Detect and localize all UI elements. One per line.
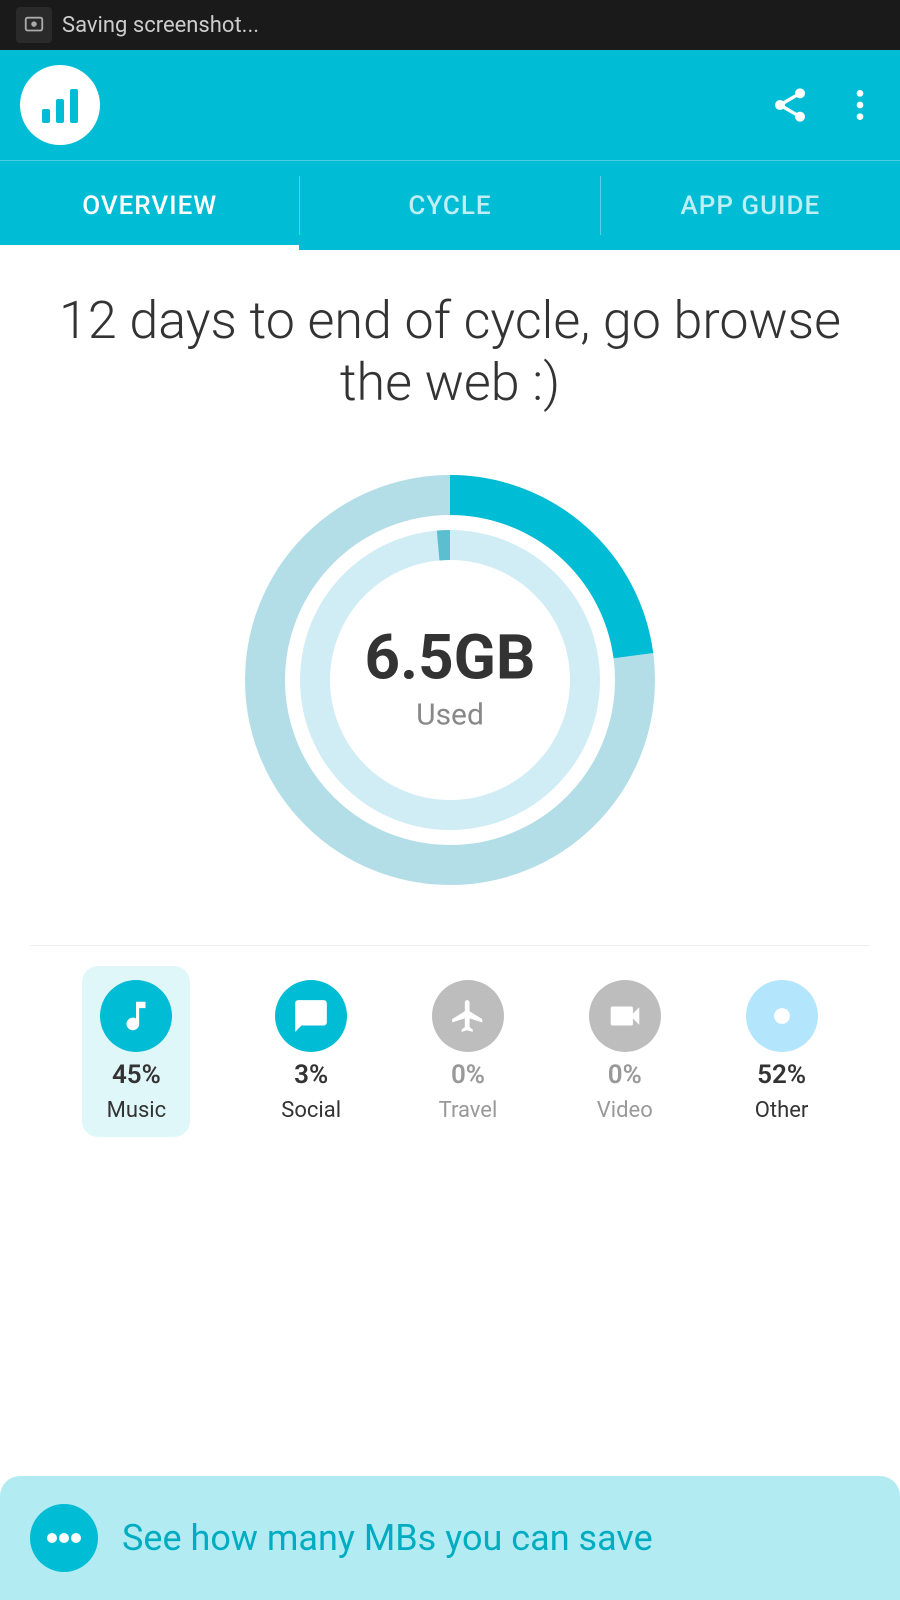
category-video[interactable]: 0% Video bbox=[589, 980, 661, 1123]
music-percent: 45% bbox=[112, 1060, 161, 1090]
travel-icon bbox=[449, 997, 487, 1035]
social-name: Social bbox=[281, 1098, 341, 1123]
category-other[interactable]: 52% Other bbox=[746, 980, 818, 1123]
travel-percent: 0% bbox=[451, 1060, 485, 1090]
dots-icon bbox=[46, 1532, 82, 1544]
social-icon-wrap bbox=[275, 980, 347, 1052]
travel-name: Travel bbox=[439, 1098, 498, 1123]
more-options-button[interactable] bbox=[840, 85, 880, 125]
video-icon bbox=[606, 997, 644, 1035]
chart-container: 6.5GB Used bbox=[30, 455, 870, 905]
other-icon bbox=[763, 997, 801, 1035]
app-bar-actions bbox=[770, 85, 880, 125]
tab-overview[interactable]: OVERVIEW bbox=[0, 161, 299, 250]
tab-app-guide[interactable]: APP GUIDE bbox=[601, 161, 900, 250]
categories-row: 45% Music 3% Social 0% Travel bbox=[30, 945, 870, 1167]
social-icon bbox=[292, 997, 330, 1035]
video-icon-wrap bbox=[589, 980, 661, 1052]
tab-bar: OVERVIEW CYCLE APP GUIDE bbox=[0, 160, 900, 250]
screenshot-icon bbox=[16, 7, 52, 43]
travel-icon-wrap bbox=[432, 980, 504, 1052]
music-icon bbox=[117, 997, 155, 1035]
category-music[interactable]: 45% Music bbox=[82, 966, 190, 1137]
music-name: Music bbox=[107, 1098, 167, 1123]
tab-cycle[interactable]: CYCLE bbox=[300, 161, 599, 250]
main-content: 12 days to end of cycle, go browse the w… bbox=[0, 250, 900, 1197]
other-icon-wrap bbox=[746, 980, 818, 1052]
music-icon-wrap bbox=[100, 980, 172, 1052]
donut-value: 6.5GB bbox=[365, 627, 536, 689]
app-logo[interactable] bbox=[20, 65, 100, 145]
donut-center: 6.5GB Used bbox=[365, 627, 536, 732]
status-bar-text: Saving screenshot... bbox=[62, 13, 259, 38]
other-name: Other bbox=[755, 1098, 809, 1123]
bar-chart-icon bbox=[36, 81, 84, 129]
social-percent: 3% bbox=[294, 1060, 328, 1090]
donut-label: Used bbox=[365, 697, 536, 732]
banner-dots-icon bbox=[30, 1504, 98, 1572]
video-percent: 0% bbox=[608, 1060, 642, 1090]
bottom-banner[interactable]: See how many MBs you can save bbox=[0, 1476, 900, 1600]
banner-text: See how many MBs you can save bbox=[122, 1515, 653, 1562]
status-bar: Saving screenshot... bbox=[0, 0, 900, 50]
video-name: Video bbox=[597, 1098, 653, 1123]
other-percent: 52% bbox=[757, 1060, 806, 1090]
category-travel[interactable]: 0% Travel bbox=[432, 980, 504, 1123]
share-button[interactable] bbox=[770, 85, 810, 125]
category-social[interactable]: 3% Social bbox=[275, 980, 347, 1123]
donut-chart: 6.5GB Used bbox=[225, 455, 675, 905]
headline-text: 12 days to end of cycle, go browse the w… bbox=[30, 290, 870, 415]
app-bar bbox=[0, 50, 900, 160]
